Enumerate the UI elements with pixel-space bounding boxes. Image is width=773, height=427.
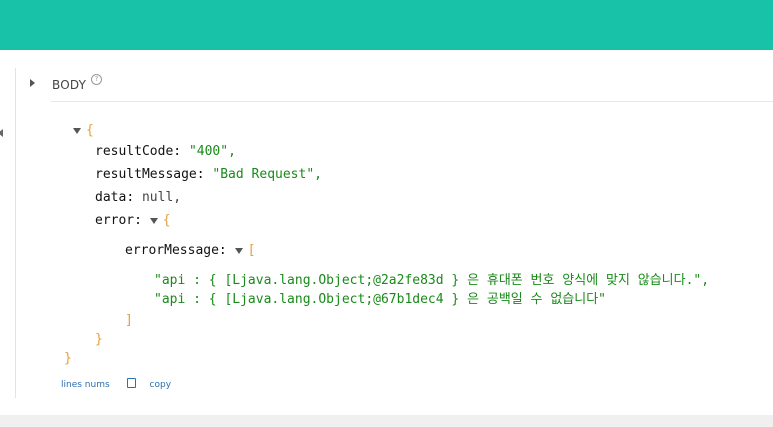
copy-link[interactable]: copy [126, 378, 186, 390]
json-line-resultCode: resultCode: "400", [95, 144, 236, 159]
lines-nums-link[interactable]: lines nums [61, 380, 110, 390]
json-line-data: data: null, [95, 190, 182, 205]
error-message-item: "api : { [Ljava.lang.Object;@2a2fe83d } … [154, 273, 710, 288]
viewer-links: lines nums copy [61, 378, 199, 390]
help-icon[interactable]: ? [91, 74, 102, 85]
collapse-toggle-icon[interactable] [234, 247, 243, 254]
page-bottom-strip [0, 415, 773, 427]
error-message-item: "api : { [Ljava.lang.Object;@67b1dec4 } … [154, 292, 607, 307]
json-line-errorMessage: errorMessage: [ [125, 243, 256, 258]
json-line-error: error: { [95, 213, 171, 228]
copy-icon [126, 378, 136, 388]
section-divider [51, 101, 773, 102]
collapse-toggle-icon[interactable] [73, 127, 81, 134]
close-inner-brace: } [95, 332, 103, 347]
close-bracket: ] [125, 313, 133, 328]
left-rule [15, 68, 16, 398]
top-header-bar [0, 0, 773, 50]
json-root-line[interactable]: { [73, 122, 94, 140]
collapse-toggle-icon[interactable] [149, 217, 158, 224]
json-line-resultMessage: resultMessage: "Bad Request", [95, 167, 322, 182]
close-root-brace: } [64, 351, 72, 366]
collapse-left-icon[interactable] [0, 129, 3, 137]
response-panel: BODY ? { resultCode: "400", resultMessag… [0, 50, 773, 415]
expand-body-icon[interactable] [30, 79, 35, 87]
body-section-title[interactable]: BODY [52, 78, 86, 92]
